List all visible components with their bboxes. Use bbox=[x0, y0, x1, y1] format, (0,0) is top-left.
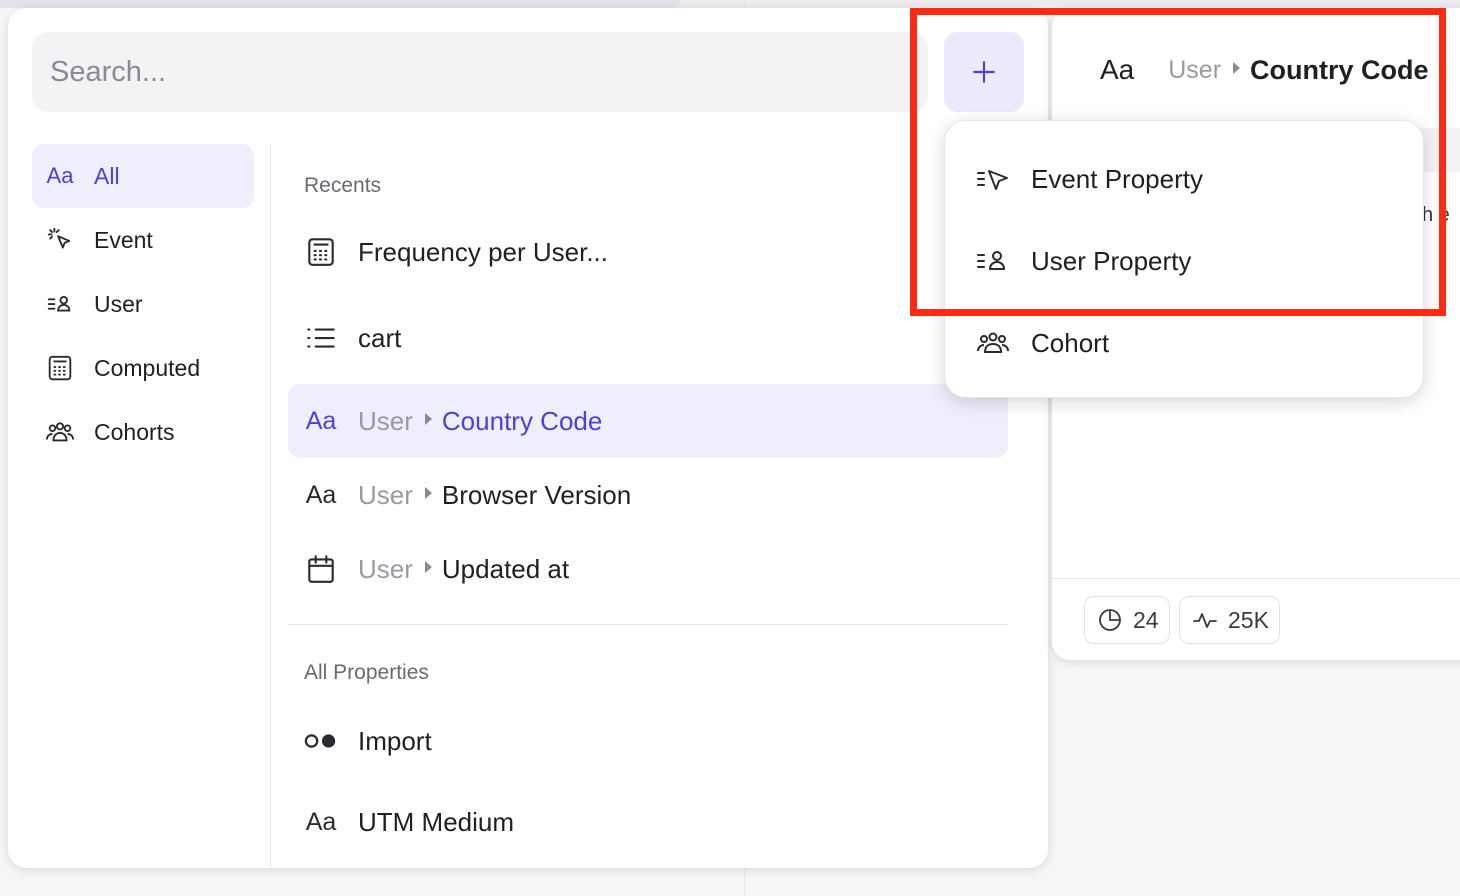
plus-icon bbox=[973, 61, 995, 83]
toggle-dots-icon bbox=[304, 734, 336, 748]
list-item[interactable]: Import bbox=[288, 703, 1008, 779]
property-picker-panel: Aa All Event User Computed Cohorts bbox=[8, 8, 1048, 868]
list-item-label: Country Code bbox=[441, 405, 603, 436]
user-property-icon bbox=[977, 251, 1006, 270]
list-item[interactable]: Aa UTM Medium bbox=[288, 779, 1008, 865]
section-divider bbox=[288, 624, 1008, 625]
category-sidebar: Aa All Event User Computed Cohorts bbox=[32, 144, 254, 464]
sidebar-item-label: Computed bbox=[94, 354, 201, 381]
background-topbar-pill bbox=[0, 0, 680, 8]
calculator-icon bbox=[48, 355, 72, 381]
menu-item-label: User Property bbox=[1031, 245, 1192, 276]
calculator-icon bbox=[308, 238, 334, 266]
stat-chip-count: 24 bbox=[1084, 596, 1170, 644]
user-property-icon bbox=[47, 296, 71, 312]
list-item-label: cart bbox=[358, 322, 402, 353]
text-type-icon: Aa bbox=[305, 480, 337, 509]
breadcrumb-parent: User bbox=[358, 479, 413, 510]
caret-right-icon bbox=[424, 561, 432, 573]
stat-value: 24 bbox=[1133, 606, 1159, 633]
caret-right-icon bbox=[424, 487, 432, 499]
sidebar-item-cohorts[interactable]: Cohorts bbox=[32, 400, 254, 464]
sidebar-item-label: Event bbox=[94, 226, 153, 253]
activity-icon bbox=[1193, 613, 1217, 628]
menu-item-cohort[interactable]: Cohort bbox=[945, 311, 1425, 375]
breadcrumb-parent: User bbox=[358, 553, 413, 584]
sidebar-item-computed[interactable]: Computed bbox=[32, 336, 254, 400]
add-property-menu: Event Property User Property Cohort bbox=[944, 120, 1424, 398]
list-item-label: UTM Medium bbox=[358, 806, 515, 837]
all-properties-title: All Properties bbox=[304, 661, 429, 684]
cohorts-icon bbox=[977, 332, 1009, 353]
list-item-label: Updated at bbox=[441, 553, 570, 584]
list-item-label: Frequency per User... bbox=[358, 236, 608, 267]
text-type-icon: Aa bbox=[305, 807, 337, 836]
detail-footer-divider bbox=[1052, 578, 1460, 579]
sidebar-item-label: All bbox=[94, 162, 120, 189]
breadcrumb-parent: User bbox=[358, 405, 413, 436]
menu-item-label: Cohort bbox=[1031, 327, 1110, 358]
caret-right-icon bbox=[1233, 62, 1241, 74]
event-cursor-icon bbox=[47, 227, 71, 249]
calendar-icon bbox=[308, 555, 334, 583]
pie-chart-icon bbox=[1099, 609, 1121, 631]
list-item-label: Browser Version bbox=[441, 479, 632, 510]
sidebar-divider bbox=[270, 144, 271, 868]
sidebar-item-label: Cohorts bbox=[94, 418, 175, 445]
list-item-selected[interactable]: Aa User Country Code bbox=[288, 384, 1008, 458]
cohorts-icon bbox=[45, 422, 75, 442]
sidebar-item-label: User bbox=[94, 290, 143, 317]
list-item[interactable]: User Updated at bbox=[288, 532, 1008, 606]
add-property-button[interactable] bbox=[944, 32, 1024, 112]
text-type-icon: Aa bbox=[1100, 54, 1135, 85]
menu-item-event-property[interactable]: Event Property bbox=[945, 147, 1425, 211]
event-property-icon bbox=[977, 170, 1008, 190]
detail-header: Aa User Country Code bbox=[1100, 54, 1429, 86]
detail-title: Country Code bbox=[1250, 54, 1429, 85]
breadcrumb-parent: User bbox=[1168, 55, 1222, 84]
detail-description: h e bbox=[1422, 204, 1450, 226]
sidebar-item-all[interactable]: Aa All bbox=[32, 144, 254, 208]
search-input[interactable] bbox=[32, 32, 928, 112]
list-item[interactable]: Aa User Browser Version bbox=[288, 458, 1008, 532]
text-type-icon: Aa bbox=[305, 406, 337, 435]
sidebar-item-event[interactable]: Event bbox=[32, 208, 254, 272]
list-item[interactable]: Frequency per User... bbox=[288, 214, 1008, 290]
list-item[interactable]: cart bbox=[288, 296, 1008, 380]
menu-item-label: Event Property bbox=[1031, 163, 1203, 194]
recents-title: Recents bbox=[304, 174, 382, 197]
property-list: Recents Frequency per User... cart Aa Us… bbox=[288, 144, 1008, 865]
stat-value: 25K bbox=[1228, 606, 1269, 633]
text-type-icon: Aa bbox=[46, 163, 74, 188]
caret-right-icon bbox=[424, 413, 432, 425]
list-icon bbox=[307, 328, 335, 348]
menu-item-user-property[interactable]: User Property bbox=[945, 229, 1425, 293]
sidebar-item-user[interactable]: User bbox=[32, 272, 254, 336]
list-item-label: Import bbox=[358, 725, 432, 756]
stat-chip-volume: 25K bbox=[1179, 596, 1280, 644]
